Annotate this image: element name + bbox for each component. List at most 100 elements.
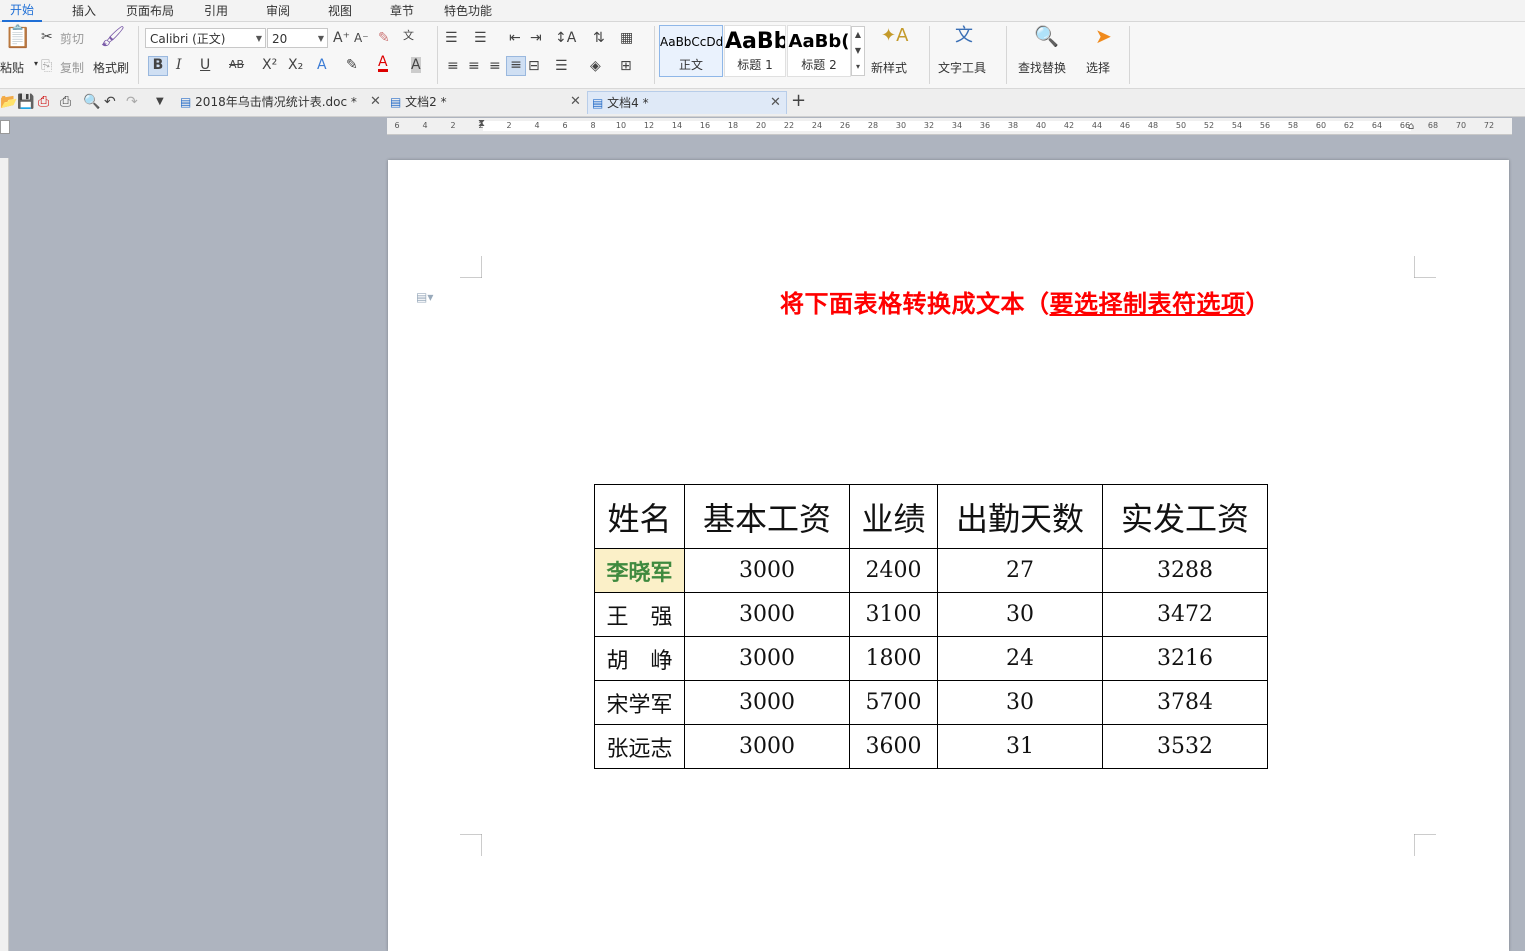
cell-performance[interactable]: 2400 [849,548,938,593]
cell-attendance[interactable]: 27 [937,548,1103,593]
cell-net-salary[interactable]: 3288 [1102,548,1268,593]
align-left-icon[interactable]: ≡ [447,58,459,74]
cell-performance[interactable]: 3600 [849,724,938,769]
tab-chapter[interactable]: 章节 [390,2,414,19]
select-button[interactable]: 选择 [1086,59,1110,76]
cell-net-salary[interactable]: 3784 [1102,680,1268,725]
align-right-icon[interactable]: ≡ [489,58,501,74]
doc-tab-2018[interactable]: ▤ 2018年乌击情况统计表.doc * ✕ [176,91,384,113]
new-tab-icon[interactable]: + [791,92,806,110]
header-cell-performance[interactable]: 业绩 [849,484,938,549]
cell-attendance[interactable]: 30 [937,680,1103,725]
new-style-icon[interactable]: ✦A [881,27,908,45]
save-icon[interactable]: 💾 [17,94,34,110]
cell-base-salary[interactable]: 3000 [684,724,850,769]
highlight-icon[interactable]: ✎ [346,57,358,73]
cut-icon[interactable]: ✂ [41,29,53,45]
cell-name[interactable]: 张远志 [594,724,685,769]
tab-special[interactable]: 特色功能 [444,2,492,19]
cell-base-salary[interactable]: 3000 [684,680,850,725]
indent-marker-icon[interactable]: ⧗ [478,118,485,129]
phonetic-icon[interactable]: 文 [403,28,414,44]
header-cell-attendance[interactable]: 出勤天数 [937,484,1103,549]
header-cell-base-salary[interactable]: 基本工资 [684,484,850,549]
clear-format-icon[interactable]: ✎ [378,30,390,46]
cell-name[interactable]: 胡 峥 [594,636,685,681]
char-shading-icon[interactable]: A [411,57,421,73]
borders-icon[interactable]: ⊞ [620,58,632,74]
grow-font-icon[interactable]: A⁺ [333,30,350,46]
style-normal[interactable]: AaBbCcDd 正文 [659,25,723,77]
header-cell-net-salary[interactable]: 实发工资 [1102,484,1268,549]
paste-button[interactable]: 粘贴 [0,59,24,76]
cell-performance[interactable]: 5700 [849,680,938,725]
sort-icon[interactable]: ⇅ [593,30,605,46]
cell-performance[interactable]: 3100 [849,592,938,637]
text-tools-button[interactable]: 文字工具 [938,59,986,76]
doc-tab-doc4[interactable]: ▤ 文档4 * ✕ [587,91,787,114]
tab-references[interactable]: 引用 [204,2,228,19]
cell-attendance[interactable]: 24 [937,636,1103,681]
copy-icon[interactable]: ⎘ [41,58,52,74]
cell-attendance[interactable]: 30 [937,592,1103,637]
italic-icon[interactable]: I [176,57,182,73]
pdf-icon[interactable]: ⎙ [38,94,49,110]
header-cell-name[interactable]: 姓名 [594,484,685,549]
horizontal-ruler[interactable]: 6 4 2 2 2 4 6 8 10 12 14 16 18 20 22 24 26 28 30 32 34 36 38 40… [387,118,1512,135]
paragraph-options-icon[interactable]: ▤▾ [416,290,433,304]
font-name-select[interactable]: Calibri (正文) ▼ [145,28,266,48]
table-grid-icon[interactable]: ▦ [620,30,633,46]
doc-tab-doc2[interactable]: ▤ 文档2 * ✕ [386,91,586,113]
tab-view[interactable]: 视图 [328,2,352,19]
cell-attendance[interactable]: 31 [937,724,1103,769]
new-style-button[interactable]: 新样式 [871,59,907,76]
undo-icon[interactable]: ↶ [104,94,116,110]
close-icon[interactable]: ✕ [570,91,581,113]
cell-base-salary[interactable]: 3000 [684,592,850,637]
text-tools-icon[interactable]: 文 [955,27,973,45]
decrease-indent-icon[interactable]: ⇤ [509,30,521,46]
cell-net-salary[interactable]: 3472 [1102,592,1268,637]
style-heading-2[interactable]: AaBb( 标题 2 [787,25,851,77]
cut-button[interactable]: 剪切 [60,30,84,47]
underline-icon[interactable]: U [200,57,210,73]
close-icon[interactable]: ✕ [770,92,781,114]
strikethrough-icon[interactable]: AB [229,57,244,73]
cell-name[interactable]: 宋学军 [594,680,685,725]
format-painter-button[interactable]: 格式刷 [93,59,129,76]
quick-access-dropdown-icon[interactable]: ▼ [156,94,164,110]
line-spacing-icon[interactable]: ☰ [555,58,568,74]
cell-performance[interactable]: 1800 [849,636,938,681]
style-heading-1[interactable]: AaBb 标题 1 [724,25,786,77]
numbered-list-icon[interactable]: ☰ [474,30,487,46]
increase-indent-icon[interactable]: ⇥ [530,30,542,46]
cell-base-salary[interactable]: 3000 [684,636,850,681]
select-cursor-icon[interactable]: ➤ [1095,26,1112,46]
print-icon[interactable]: ⎙ [60,94,71,110]
vertical-ruler[interactable] [0,158,9,951]
page-title[interactable]: 将下面表格转换成文本（要选择制表符选项） [780,284,1270,319]
text-effect-icon[interactable]: A [317,57,327,73]
font-size-select[interactable]: 20 ▼ [267,28,328,48]
bullet-list-icon[interactable]: ☰ [445,30,458,46]
distribute-icon[interactable]: ⊟ [528,58,540,74]
open-icon[interactable]: 📂 [0,94,17,110]
cell-base-salary[interactable]: 3000 [684,548,850,593]
cell-net-salary[interactable]: 3532 [1102,724,1268,769]
document-page[interactable]: ▤▾ 将下面表格转换成文本（要选择制表符选项） 姓名 基本工资 业绩 出勤天数 … [388,160,1509,951]
tab-review[interactable]: 审阅 [266,2,290,19]
right-indent-marker-icon[interactable]: ⌂ [1408,121,1414,132]
cell-name[interactable]: 王 强 [594,592,685,637]
paste-icon[interactable]: 📋 [4,27,31,49]
redo-icon[interactable]: ↷ [126,94,138,110]
tab-home[interactable]: 开始 [2,1,43,22]
styles-scroll-icon[interactable]: ▲ ▼ ▾ [851,26,865,76]
copy-button[interactable]: 复制 [60,59,84,76]
tab-page-layout[interactable]: 页面布局 [126,2,174,19]
salary-table[interactable]: 姓名 基本工资 业绩 出勤天数 实发工资 李晓军 3000 2400 27 3288 王 … [594,484,1268,769]
find-replace-icon[interactable]: 🔍 [1034,26,1059,46]
shading-icon[interactable]: ◈ [590,58,601,74]
subscript-icon[interactable]: X₂ [288,57,303,73]
format-painter-icon[interactable]: 🖌 [100,26,125,46]
close-icon[interactable]: ✕ [370,91,381,113]
